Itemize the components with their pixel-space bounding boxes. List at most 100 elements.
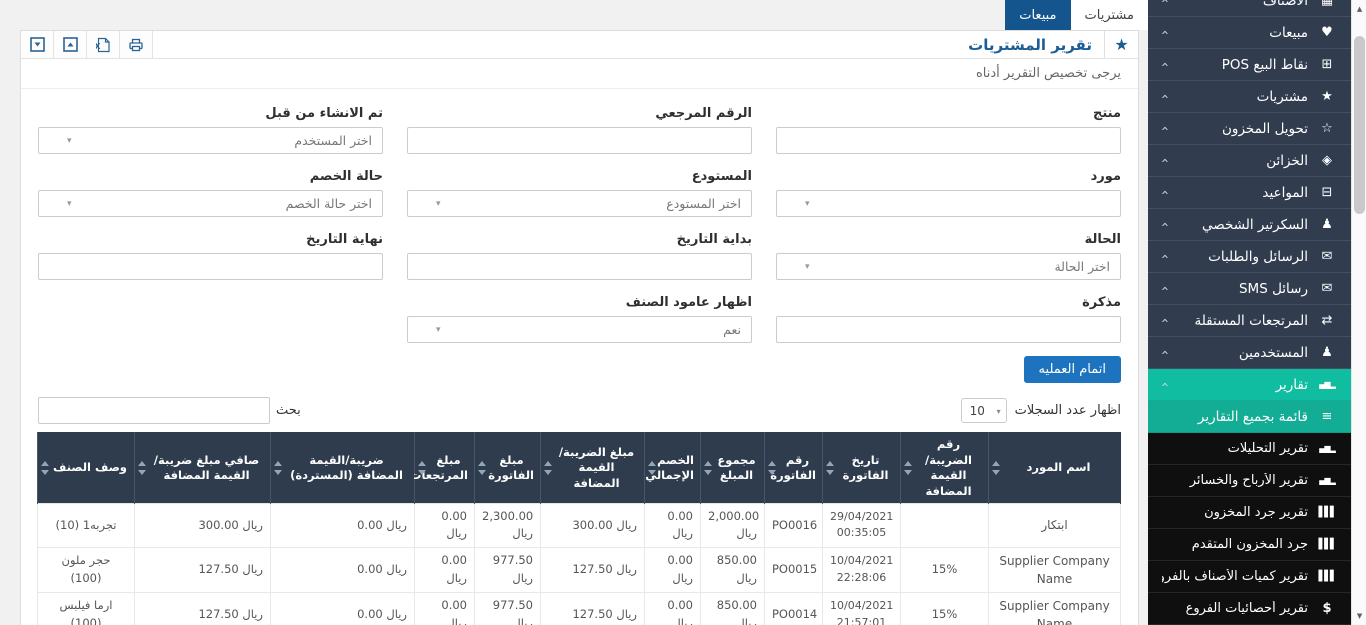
- col-header-returns-amount[interactable]: مبلغ المرتجعات: [415, 433, 475, 504]
- col-header-total-discount[interactable]: الخصم الإجمالي: [645, 433, 701, 504]
- sidebar-item-sales[interactable]: ♥ مبيعات ›: [1148, 17, 1351, 49]
- col-header-invoice-date[interactable]: تاريخ الفاتورة: [823, 433, 901, 504]
- sidebar-item-stock-transfer[interactable]: ☆ تحويل المخزون ›: [1148, 113, 1351, 145]
- cell-returns-amount: 0.00 ريال: [415, 547, 475, 592]
- sidebar-item-users[interactable]: ♟ المستخدمين ›: [1148, 337, 1351, 369]
- product-input[interactable]: [776, 127, 1121, 154]
- cell-refunded-vat: 0.00 ريال: [271, 504, 415, 548]
- search-control: بحث: [38, 397, 301, 424]
- col-header-net-vat[interactable]: صافي مبلغ ضريبة/القيمة المضافة: [135, 433, 271, 504]
- favorite-star-icon[interactable]: ★: [1104, 31, 1138, 58]
- star-icon: ★: [1317, 89, 1337, 104]
- table-row: ابتكار 29/04/2021 00:35:05 PO0016 2,000.…: [38, 504, 1121, 548]
- cell-supplier: ابتكار: [989, 504, 1121, 548]
- chevron-down-icon: ›: [1157, 350, 1172, 355]
- page-length-select[interactable]: 10 ▾: [961, 398, 1007, 423]
- col-header-label: صافي مبلغ ضريبة/القيمة المضافة: [154, 453, 259, 483]
- list-icon: ≡: [1317, 409, 1337, 424]
- col-header-supplier-name[interactable]: اسم المورد: [989, 433, 1121, 504]
- created-by-select[interactable]: اختر المستخدم ▾: [38, 127, 383, 154]
- sidebar-item-independent-returns[interactable]: ⇄ المرتجعات المستقلة ›: [1148, 305, 1351, 337]
- cell-supplier: Supplier Company Name: [989, 592, 1121, 625]
- export-excel-button[interactable]: X: [87, 31, 120, 58]
- scroll-down-arrow-icon[interactable]: ▼: [1352, 609, 1366, 623]
- end-date-input[interactable]: [38, 253, 383, 280]
- submit-button[interactable]: اتمام العمليه: [1024, 356, 1121, 383]
- sidebar-item-label: نقاط البيع POS: [1167, 57, 1308, 73]
- tab-sales[interactable]: مبيعات: [1005, 0, 1070, 30]
- discount-status-select[interactable]: اختر حالة الخصم ▾: [38, 190, 383, 217]
- col-header-invoice-number[interactable]: رقم الفاتورة: [765, 433, 823, 504]
- user-icon: ♟: [1317, 217, 1337, 232]
- show-item-column-select[interactable]: نعم ▾: [407, 316, 752, 343]
- cell-invoice-amount: 977.50 ريال: [475, 592, 541, 625]
- sidebar-item-sms[interactable]: ✉ رسائل SMS ›: [1148, 273, 1351, 305]
- app-screen: مشتريات مبيعات ★ تقرير المشتريات X: [0, 0, 1366, 625]
- product-label: منتج: [776, 106, 1121, 121]
- collapse-panel-button[interactable]: [21, 31, 54, 58]
- sidebar-item-advanced-inventory-count[interactable]: ▌▌▌ جرد المخزون المتقدم: [1148, 529, 1351, 561]
- bar-chart-icon: ▂▆▄: [1317, 444, 1337, 453]
- users-icon: ♟: [1317, 345, 1337, 360]
- expand-panel-button[interactable]: [54, 31, 87, 58]
- created-by-label: تم الانشاء من قبل: [38, 106, 383, 121]
- envelope-icon: ✉: [1317, 281, 1337, 296]
- col-header-invoice-amount[interactable]: مبلغ الفاتورة: [475, 433, 541, 504]
- sidebar-item-label: مبيعات: [1167, 25, 1308, 41]
- search-label: بحث: [276, 403, 301, 418]
- sidebar-item-inventory-count-report[interactable]: ▌▌▌ تقرير جرد المخزون: [1148, 497, 1351, 529]
- sidebar-item-label: تقرير جرد المخزون: [1162, 505, 1308, 520]
- start-date-input[interactable]: [407, 253, 752, 280]
- warehouse-select[interactable]: اختر المستودع ▾: [407, 190, 752, 217]
- col-header-vat-amount[interactable]: مبلغ الضريبة/القيمة المضافة: [541, 433, 645, 504]
- tab-purchases[interactable]: مشتريات: [1071, 0, 1148, 30]
- sidebar-item-branch-statistics-report[interactable]: $ تقرير أحصائيات الفروع: [1148, 593, 1351, 625]
- sidebar-item-appointments[interactable]: ⊟ المواعيد ›: [1148, 177, 1351, 209]
- filter-start-date: بداية التاريخ: [407, 217, 752, 280]
- col-header-vat-number[interactable]: رقم الضريبة/القيمة المضافة: [901, 433, 989, 504]
- col-header-total-amount[interactable]: مجموع المبلغ: [701, 433, 765, 504]
- cell-item-description: تجربه1 (10): [38, 504, 135, 548]
- sort-icon: [41, 461, 49, 475]
- col-header-item-description[interactable]: وصف الصنف: [38, 433, 135, 504]
- sidebar-item-items[interactable]: ▦ الأصناف ›: [1148, 0, 1351, 17]
- col-header-refunded-vat[interactable]: ضريبة/القيمة المضافة (المستردة): [271, 433, 415, 504]
- scrollbar-thumb[interactable]: [1354, 36, 1365, 214]
- sort-icon: [992, 461, 1000, 475]
- cell-vat-number: [901, 504, 989, 548]
- page-length-value: 10: [970, 404, 985, 418]
- filter-discount-status: حالة الخصم اختر حالة الخصم ▾: [38, 154, 383, 217]
- sidebar-item-safes[interactable]: ◈ الخزائن ›: [1148, 145, 1351, 177]
- discount-status-select-value: اختر حالة الخصم: [286, 196, 372, 211]
- print-button[interactable]: [120, 31, 153, 58]
- filter-reference-number: الرقم المرجعي: [407, 91, 752, 154]
- sidebar-item-label: الخزائن: [1167, 153, 1308, 169]
- sort-icon: [544, 461, 552, 475]
- vertical-scrollbar[interactable]: ▲ ▼: [1351, 0, 1366, 625]
- chevron-down-icon: ›: [1157, 0, 1172, 3]
- memo-input[interactable]: [776, 316, 1121, 343]
- sidebar-item-analytics-report[interactable]: ▂▆▄ تقرير التحليلات: [1148, 433, 1351, 465]
- filter-memo: مذكرة: [776, 280, 1121, 343]
- scroll-up-arrow-icon[interactable]: ▲: [1352, 2, 1366, 16]
- status-select[interactable]: اختر الحالة ▾: [776, 253, 1121, 280]
- sidebar-item-messages-requests[interactable]: ✉ الرسائل والطلبات ›: [1148, 241, 1351, 273]
- cell-invoice-number: PO0015: [765, 547, 823, 592]
- sidebar-item-branch-item-quantities-report[interactable]: ▌▌▌ تقرير كميات الأصناف بالفروع: [1148, 561, 1351, 593]
- sidebar-item-all-reports-list[interactable]: ≡ قائمة بجميع التقارير: [1148, 401, 1351, 433]
- reference-number-input[interactable]: [407, 127, 752, 154]
- sidebar-item-personal-secretary[interactable]: ♟ السكرتير الشخصي ›: [1148, 209, 1351, 241]
- sidebar-item-purchases[interactable]: ★ مشتريات ›: [1148, 81, 1351, 113]
- table-controls: اظهار عدد السجلات 10 ▾ بحث: [21, 383, 1138, 432]
- sidebar-item-profit-loss-report[interactable]: ▂▆▄ تقرير الأرباح والخسائر: [1148, 465, 1351, 497]
- show-item-column-select-value: نعم: [723, 322, 741, 337]
- supplier-label: مورد: [776, 169, 1121, 184]
- sidebar-item-label: قائمة بجميع التقارير: [1162, 409, 1308, 425]
- supplier-select[interactable]: ▾: [776, 190, 1121, 217]
- excel-file-icon: X: [96, 37, 111, 53]
- sidebar-item-reports[interactable]: ▂▆▄ تقارير ›: [1148, 369, 1351, 401]
- sidebar-item-pos[interactable]: ⊞ نقاط البيع POS ›: [1148, 49, 1351, 81]
- search-input[interactable]: [38, 397, 270, 424]
- filter-status: الحالة اختر الحالة ▾: [776, 217, 1121, 280]
- filter-product: منتج: [776, 91, 1121, 154]
